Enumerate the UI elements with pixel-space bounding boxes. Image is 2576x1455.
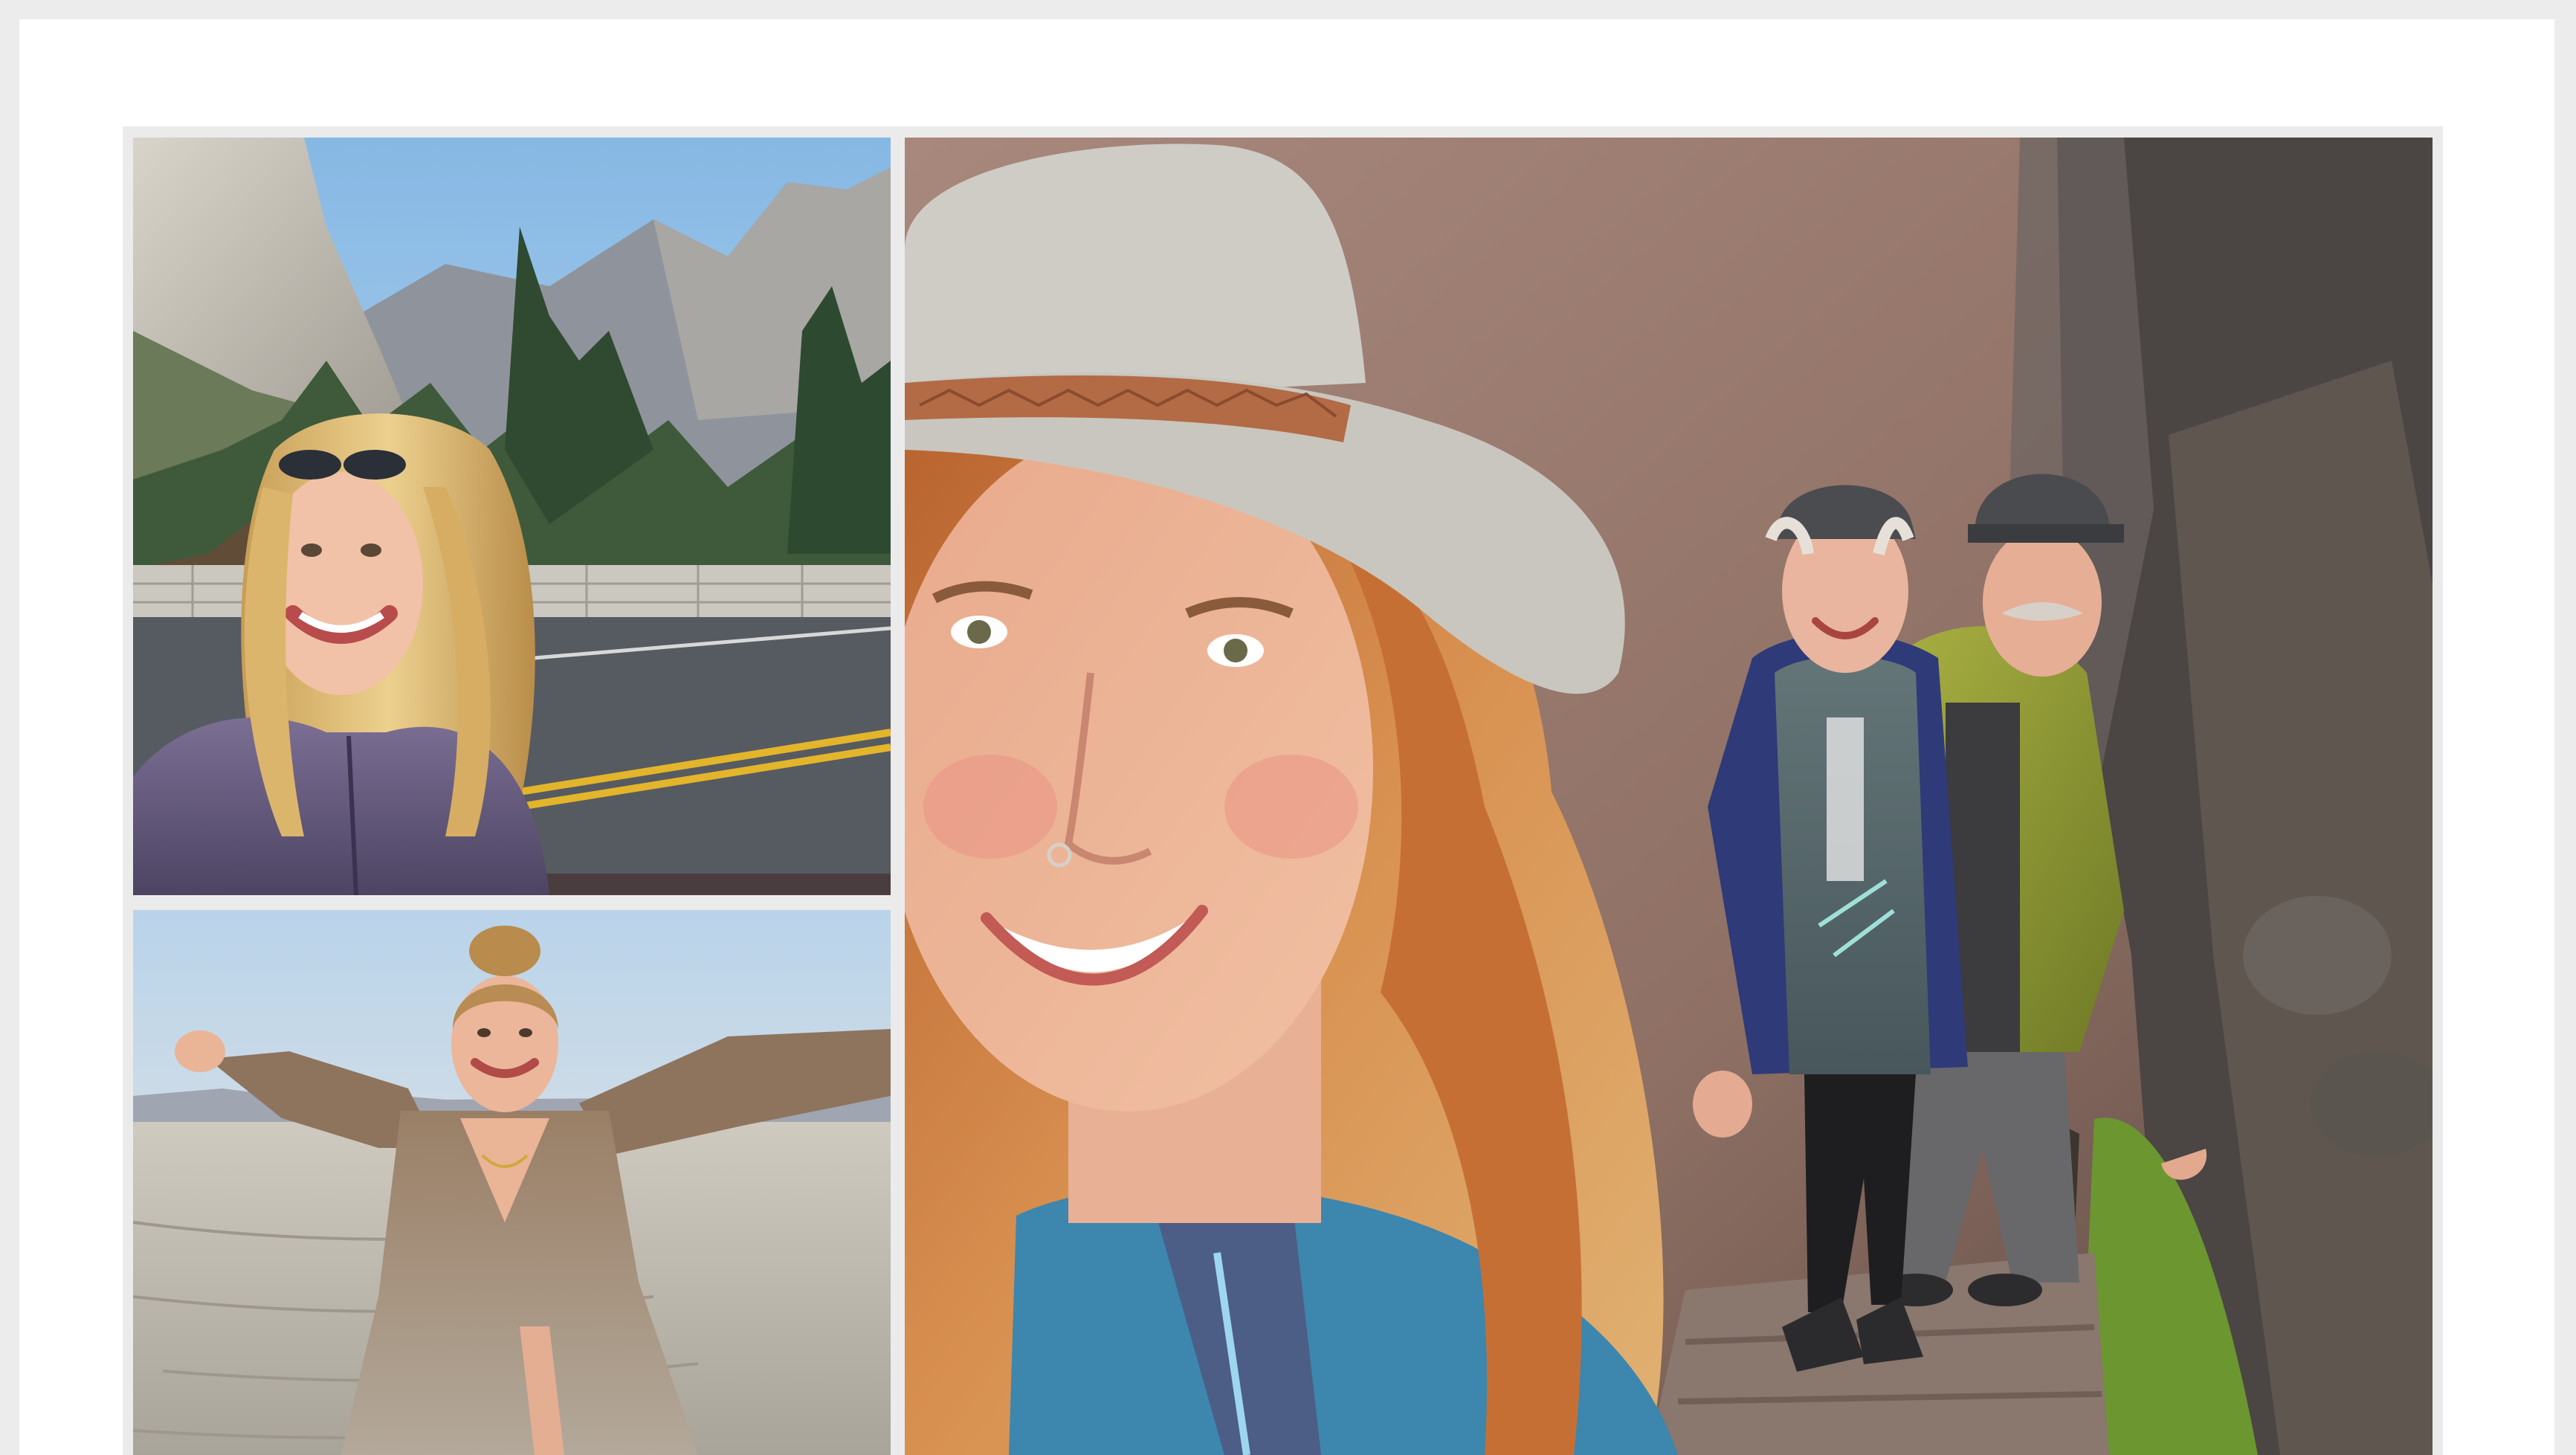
yosemite-photo-image (133, 138, 891, 895)
gallery-photo-selfie[interactable] (905, 138, 2433, 1455)
gallery-photo-yosemite[interactable] (133, 138, 891, 895)
desert-photo-image (133, 910, 891, 1455)
selfie-photo-image (905, 138, 2433, 1455)
gallery-photo-desert[interactable] (133, 910, 891, 1455)
